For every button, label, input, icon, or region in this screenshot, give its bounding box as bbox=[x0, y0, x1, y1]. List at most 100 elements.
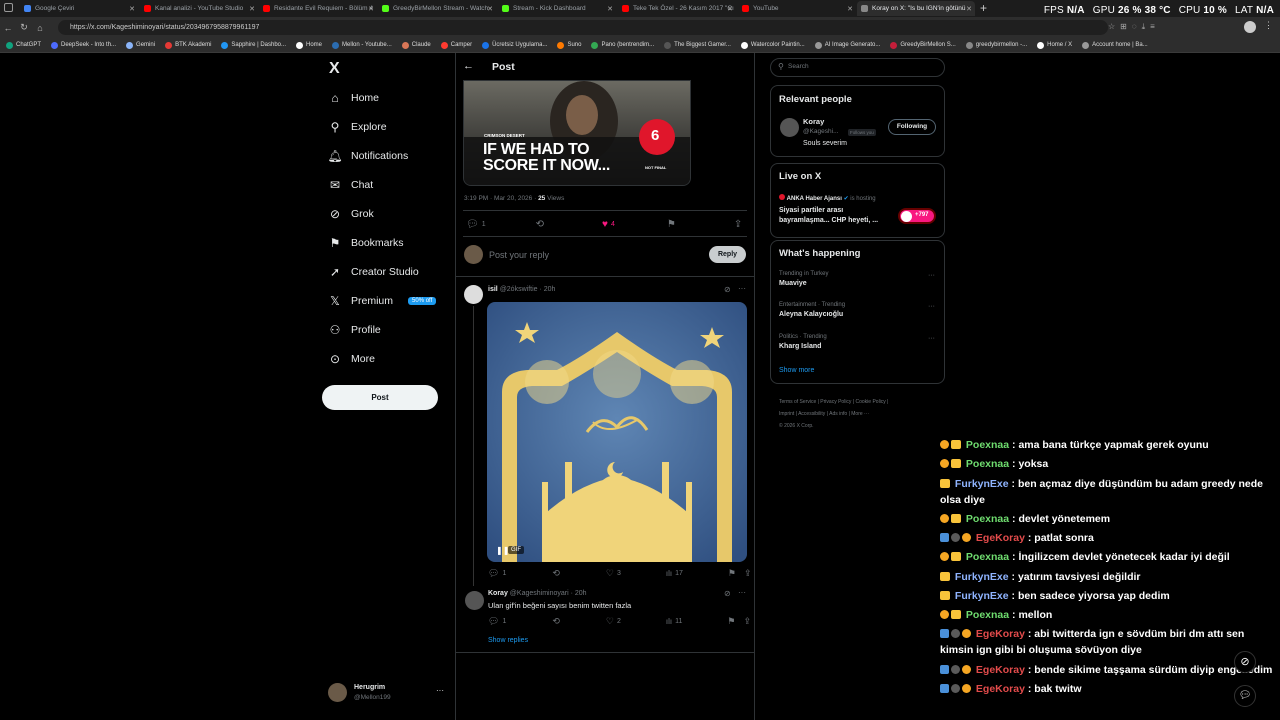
close-tab-icon[interactable]: ✕ bbox=[487, 5, 493, 13]
extensions-icons[interactable]: ☆⊞◌⤓≡ bbox=[1108, 22, 1160, 32]
search-box[interactable]: ⚲ Search bbox=[770, 58, 945, 77]
reply-icon[interactable]: 💬︎ bbox=[466, 219, 479, 230]
footer-line-2[interactable]: Imprint | Accessibility | Ads info | Mor… bbox=[779, 408, 944, 420]
back-arrow-icon[interactable]: ← bbox=[463, 60, 474, 72]
nav-item-home[interactable]: ⌂ Home bbox=[328, 91, 379, 105]
bookmark-item[interactable]: Account home | Ba... bbox=[1082, 41, 1148, 49]
chat-username[interactable]: EgeKoray bbox=[976, 664, 1025, 676]
browser-menu-dots-icon[interactable]: ⋮ bbox=[1264, 20, 1273, 31]
trend-item[interactable]: Politics · Trending Kharg Island bbox=[779, 334, 827, 350]
nav-item-chat[interactable]: ✉ Chat bbox=[328, 178, 373, 192]
repost-icon[interactable]: ⟲ bbox=[552, 568, 560, 579]
reply-icon[interactable]: 💬︎ bbox=[488, 568, 499, 579]
bookmark-item[interactable]: BTK Akademi bbox=[165, 41, 211, 49]
trend-more-icon[interactable]: ··· bbox=[928, 272, 935, 279]
close-tab-icon[interactable]: ✕ bbox=[368, 5, 374, 13]
reload-icon[interactable]: ↻ bbox=[16, 22, 32, 33]
browser-tab[interactable]: YouTube ✕ bbox=[738, 1, 856, 16]
home-icon[interactable]: ⌂ bbox=[32, 23, 48, 33]
close-tab-icon[interactable]: ✕ bbox=[129, 5, 135, 13]
chat-username[interactable]: Poexnaa bbox=[966, 513, 1009, 525]
share-icon[interactable]: ⇪ bbox=[743, 616, 751, 627]
post-button[interactable]: Post bbox=[322, 385, 438, 410]
search-input[interactable]: Search bbox=[788, 63, 809, 70]
bookmark-item[interactable]: DeepSeek - Into th... bbox=[51, 41, 116, 49]
bookmark-item[interactable]: The Biggest Gamer... bbox=[664, 41, 731, 49]
share-icon[interactable]: ⇪ bbox=[744, 568, 752, 579]
browser-tab[interactable]: Teke Tek Özel - 26 Kasım 2017 "Cı ✕ bbox=[618, 1, 736, 16]
nav-item-notifications[interactable]: 🔔︎ Notifications bbox=[327, 149, 408, 163]
bookmark-item[interactable]: Gemini bbox=[126, 41, 155, 49]
url-input[interactable]: https://x.com/Kageshiminoyari/status/203… bbox=[58, 20, 1108, 35]
chat-username[interactable]: FurkynExe bbox=[955, 590, 1009, 602]
browser-tab[interactable]: Residante Evil Requiem - Bölüm 4 ✕ bbox=[259, 1, 377, 16]
chat-username[interactable]: EgeKoray bbox=[976, 628, 1025, 640]
bookmark-item[interactable]: AI Image Generato... bbox=[814, 41, 880, 49]
live-host-row[interactable]: ANKA Haber Ajansı ✔ is hosting bbox=[779, 194, 876, 202]
bookmark-item[interactable]: ChatGPT bbox=[6, 41, 41, 49]
chat-username[interactable]: Poexnaa bbox=[966, 439, 1009, 451]
nav-item-grok[interactable]: ⊘ Grok bbox=[328, 207, 374, 221]
footer-line-1[interactable]: Terms of Service | Privacy Policy | Cook… bbox=[779, 396, 944, 408]
bookmark-icon[interactable]: ⚑ bbox=[667, 219, 676, 230]
browser-menu-icon[interactable] bbox=[4, 3, 13, 12]
browser-tab[interactable]: Koray on X: "Is bu IGN'in götünü ✕ bbox=[857, 1, 975, 16]
browser-tab[interactable]: GreedyBirMellon Stream - Watch ✕ bbox=[378, 1, 496, 16]
more-icon[interactable]: ··· bbox=[738, 588, 746, 597]
reply-icon[interactable]: 💬︎ bbox=[488, 616, 499, 627]
trend-more-icon[interactable]: ··· bbox=[928, 335, 935, 342]
bookmark-item[interactable]: Home bbox=[296, 41, 322, 49]
chat-username[interactable]: FurkynExe bbox=[955, 478, 1009, 490]
browser-tab[interactable]: Google Çeviri ✕ bbox=[20, 1, 138, 16]
like-icon[interactable]: ♡ bbox=[606, 568, 614, 579]
x-logo[interactable]: X bbox=[329, 60, 340, 78]
repost-icon[interactable]: ⟲ bbox=[552, 616, 560, 627]
bookmark-item[interactable]: Home / X bbox=[1037, 41, 1072, 49]
grok-icon[interactable]: ⊘ bbox=[724, 589, 731, 598]
chat-username[interactable]: EgeKoray bbox=[976, 683, 1025, 695]
chat-username[interactable]: Poexnaa bbox=[966, 551, 1009, 563]
bookmark-item[interactable]: Mellon - Youtube... bbox=[332, 41, 392, 49]
browser-tab[interactable]: Stream - Kick Dashboard ✕ bbox=[498, 1, 616, 16]
bookmark-item[interactable]: greedybirmellon -... bbox=[965, 41, 1027, 49]
nav-item-premium[interactable]: 𝕏 Premium 50% off bbox=[328, 294, 437, 308]
nav-item-profile[interactable]: ⚇ Profile bbox=[328, 323, 381, 337]
show-replies-link[interactable]: Show replies bbox=[488, 637, 528, 644]
share-icon[interactable]: ⇪ bbox=[734, 219, 742, 230]
trend-item[interactable]: Trending in Turkey Muaviye bbox=[779, 271, 828, 287]
grok-icon[interactable]: ⊘ bbox=[724, 285, 731, 294]
close-tab-icon[interactable]: ✕ bbox=[249, 5, 255, 13]
following-button[interactable]: Following bbox=[888, 119, 936, 135]
bookmark-item[interactable]: Sapphire | Dashbo... bbox=[221, 41, 286, 49]
bookmark-item[interactable]: Suno bbox=[557, 41, 581, 49]
nav-item-more[interactable]: ⊙ More bbox=[328, 352, 375, 366]
close-tab-icon[interactable]: ✕ bbox=[966, 5, 972, 13]
browser-tab[interactable]: Kanal analizi - YouTube Studio ✕ bbox=[140, 1, 258, 16]
chat-username[interactable]: Poexnaa bbox=[966, 609, 1009, 621]
views-icon[interactable]: ılı bbox=[666, 569, 672, 578]
post-image[interactable]: CRIMSON DESERT IF WE HAD TO SCORE IT NOW… bbox=[463, 80, 691, 186]
reply-input[interactable]: Post your reply bbox=[489, 250, 549, 260]
back-arrow-icon[interactable]: ← bbox=[0, 23, 16, 33]
bookmark-item[interactable]: Claude bbox=[401, 41, 431, 49]
trend-item[interactable]: Entertainment · Trending Aleyna Kalaycıoğ… bbox=[779, 302, 845, 318]
like-icon[interactable]: ♡ bbox=[606, 616, 614, 627]
bookmark-icon[interactable]: ⚑ bbox=[728, 568, 736, 579]
gif-media[interactable]: ❚❚ GIF bbox=[487, 302, 747, 562]
person-name[interactable]: Koray bbox=[803, 117, 824, 126]
views-icon[interactable]: ılı bbox=[666, 617, 672, 626]
repost-icon[interactable]: ⟲ bbox=[536, 219, 544, 230]
profile-avatar[interactable] bbox=[1244, 21, 1256, 33]
close-tab-icon[interactable]: ✕ bbox=[847, 5, 853, 13]
reply-button[interactable]: Reply bbox=[709, 246, 746, 263]
bookmark-item[interactable]: Pano (bentrendim... bbox=[591, 41, 654, 49]
new-tab-button[interactable]: + bbox=[980, 1, 987, 15]
bookmark-icon[interactable]: ⚑ bbox=[727, 616, 735, 627]
bookmark-item[interactable]: Watercolor Paintin... bbox=[740, 41, 805, 49]
bookmark-item[interactable]: GreedyBirMellon S... bbox=[890, 41, 956, 49]
chat-username[interactable]: FurkynExe bbox=[955, 571, 1009, 583]
messages-float-button[interactable]: 💬︎ bbox=[1234, 685, 1256, 707]
close-tab-icon[interactable]: ✕ bbox=[607, 5, 613, 13]
bookmark-item[interactable]: Camper bbox=[440, 41, 472, 49]
nav-item-creator-studio[interactable]: ➚ Creator Studio bbox=[328, 265, 419, 279]
